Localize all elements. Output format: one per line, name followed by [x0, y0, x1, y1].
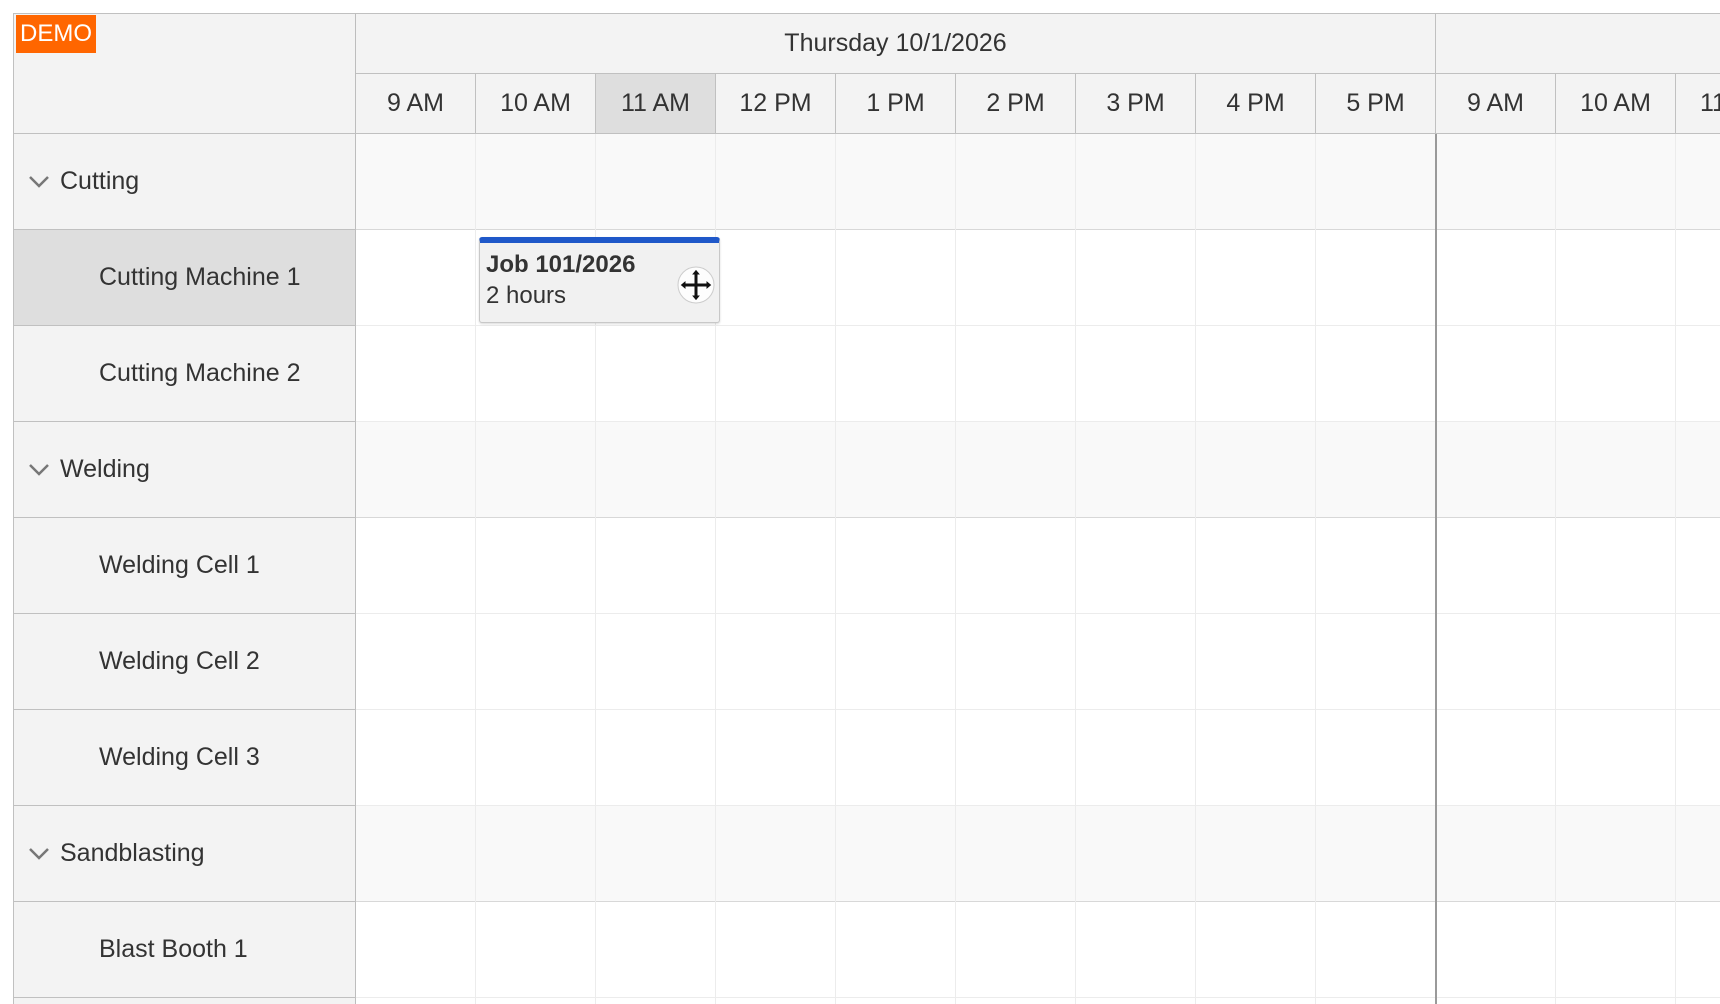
hour-header[interactable]: 10 AM — [1556, 74, 1676, 134]
scheduler: DEMO Thursday 10/1/2026 9 AM 10 AM 11 AM… — [13, 13, 1720, 1004]
grid-row-group[interactable] — [356, 134, 1720, 230]
chevron-down-icon[interactable] — [26, 169, 52, 195]
grid-row[interactable] — [356, 326, 1720, 422]
chevron-down-icon[interactable] — [26, 457, 52, 483]
grid-line — [1195, 134, 1196, 1004]
resource-label: Blast Booth 1 — [99, 935, 248, 963]
grid-line — [1075, 134, 1076, 1004]
hour-header[interactable]: 5 PM — [1316, 74, 1436, 134]
grid-row[interactable] — [356, 518, 1720, 614]
hour-header-highlighted[interactable]: 11 AM — [596, 74, 716, 134]
resource-welding-cell-3[interactable]: Welding Cell 3 — [13, 710, 356, 806]
hour-header[interactable]: 3 PM — [1076, 74, 1196, 134]
event-duration: 2 hours — [486, 282, 567, 309]
grid-line — [1555, 134, 1556, 1004]
demo-badge: DEMO — [16, 15, 96, 53]
grid-row-group[interactable] — [356, 806, 1720, 902]
hour-header[interactable]: 4 PM — [1196, 74, 1316, 134]
day-header[interactable]: Thursday 10/1/2026 — [356, 13, 1436, 74]
chevron-down-icon[interactable] — [26, 841, 52, 867]
resource-blast-booth-1[interactable]: Blast Booth 1 — [13, 902, 356, 998]
hour-header[interactable]: 12 PM — [716, 74, 836, 134]
resource-label: Welding Cell 3 — [99, 743, 260, 771]
resource-label: Welding Cell 1 — [99, 551, 260, 579]
hour-header[interactable]: 9 AM — [356, 74, 476, 134]
day-separator — [1435, 134, 1437, 1004]
resource-cutting-machine-2[interactable]: Cutting Machine 2 — [13, 326, 356, 422]
move-icon — [677, 266, 715, 304]
event-title: Job 101/2026 — [486, 251, 636, 278]
resource-group-label: Cutting — [60, 167, 140, 195]
grid-line — [1315, 134, 1316, 1004]
resource-welding-cell-1[interactable]: Welding Cell 1 — [13, 518, 356, 614]
resource-group-label: Welding — [60, 455, 150, 483]
event-job-101[interactable]: Job 101/2026 2 hours — [479, 237, 720, 323]
grid-row[interactable] — [356, 614, 1720, 710]
hour-header[interactable]: 9 AM — [1436, 74, 1556, 134]
grid-line — [955, 134, 956, 1004]
grid-line — [475, 134, 476, 1004]
hour-header[interactable]: 10 AM — [476, 74, 596, 134]
resource-cutting-machine-1[interactable]: Cutting Machine 1 — [13, 230, 356, 326]
grid-row[interactable] — [356, 902, 1720, 998]
resource-group-cutting[interactable]: Cutting — [13, 134, 356, 230]
resource-label: Cutting Machine 1 — [99, 263, 301, 291]
grid-line — [1675, 134, 1676, 1004]
hour-header[interactable]: 1 PM — [836, 74, 956, 134]
timeline-header: Thursday 10/1/2026 9 AM 10 AM 11 AM 12 P… — [356, 13, 1720, 134]
resource-group-welding[interactable]: Welding — [13, 422, 356, 518]
day-header-next[interactable] — [1436, 13, 1720, 74]
resource-row-partial[interactable] — [13, 998, 356, 1004]
scheduler-corner: DEMO — [13, 13, 356, 134]
resource-label: Welding Cell 2 — [99, 647, 260, 675]
grid-row[interactable] — [356, 710, 1720, 806]
resource-group-label: Sandblasting — [60, 839, 205, 867]
resource-group-sandblasting[interactable]: Sandblasting — [13, 806, 356, 902]
resource-welding-cell-2[interactable]: Welding Cell 2 — [13, 614, 356, 710]
resource-label: Cutting Machine 2 — [99, 359, 301, 387]
grid-line — [835, 134, 836, 1004]
hour-header[interactable]: 2 PM — [956, 74, 1076, 134]
hour-header[interactable]: 11 AM — [1676, 74, 1720, 134]
grid-row-group[interactable] — [356, 422, 1720, 518]
